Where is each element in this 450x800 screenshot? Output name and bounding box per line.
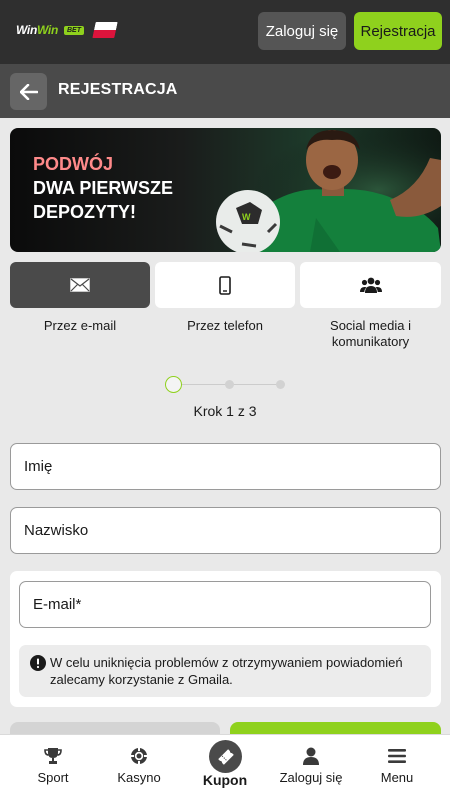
notice-text: W celu uniknięcia problemów z otrzymywan… <box>50 655 403 687</box>
nav-kupon[interactable] <box>209 740 242 773</box>
promo-banner[interactable]: W PODWÓJ DWA PIERWSZE DEPOZYTY! <box>10 128 441 252</box>
logo-bet-badge: BET <box>64 25 84 35</box>
tab-email-label: Przez e-mail <box>43 318 117 333</box>
banner-line-1: PODWÓJ <box>33 154 114 174</box>
user-icon <box>303 747 319 765</box>
users-icon <box>359 277 382 293</box>
step-1-dot <box>165 376 182 393</box>
phone-icon <box>219 275 231 295</box>
page-title: REJESTRACJA <box>58 81 178 98</box>
nav-sport-label: Sport <box>37 770 69 785</box>
first-name-field[interactable]: Imię <box>10 443 441 490</box>
logo-win-1: Win <box>16 23 37 37</box>
menu-icon <box>388 749 406 763</box>
logo-win-2: Win <box>37 23 58 37</box>
svg-text:W: W <box>242 212 251 222</box>
email-field[interactable]: E-mail* <box>19 581 431 628</box>
nav-kasyno[interactable]: Kasyno <box>94 735 184 800</box>
logo-text: WinWin <box>16 23 58 37</box>
nav-login[interactable]: Zaloguj się <box>266 735 356 800</box>
arrow-left-icon <box>19 83 38 100</box>
step-indicator <box>165 375 285 395</box>
tab-phone-label: Przez telefon <box>187 318 263 333</box>
banner-headline: PODWÓJ DWA PIERWSZE DEPOZYTY! <box>33 152 173 224</box>
chip-icon <box>131 748 147 764</box>
register-button[interactable]: Rejestracja <box>354 12 442 50</box>
nav-sport[interactable]: Sport <box>8 735 98 800</box>
page-header: REJESTRACJA <box>0 64 450 118</box>
step-3-dot <box>276 380 285 389</box>
tab-email[interactable] <box>10 262 150 308</box>
poland-flag-icon[interactable] <box>92 22 118 38</box>
step-text: Krok 1 z 3 <box>193 403 257 419</box>
last-name-field[interactable]: Nazwisko <box>10 507 441 554</box>
tab-social-label: Social media i komunikatory <box>330 318 411 349</box>
back-button[interactable] <box>10 73 47 110</box>
gmail-notice: W celu uniknięcia problemów z otrzymywan… <box>19 645 431 697</box>
ticket-icon <box>217 748 234 765</box>
tab-social[interactable] <box>300 262 441 308</box>
envelope-icon <box>70 278 90 292</box>
trophy-icon <box>44 748 62 764</box>
banner-line-2: DWA PIERWSZE <box>33 178 174 198</box>
login-button[interactable]: Zaloguj się <box>258 12 346 50</box>
top-bar: WinWin BET Zaloguj się Rejestracja <box>0 0 450 64</box>
warning-icon <box>30 655 46 671</box>
banner-line-3: DEPOZYTY! <box>33 202 137 222</box>
step-2-dot <box>225 380 234 389</box>
winwin-logo[interactable]: WinWin BET <box>16 22 118 38</box>
nav-menu-label: Menu <box>380 770 414 785</box>
nav-kasyno-label: Kasyno <box>117 770 161 785</box>
nav-login-label: Zaloguj się <box>279 770 343 785</box>
nav-kupon-label: Kupon <box>202 772 248 788</box>
nav-menu[interactable]: Menu <box>352 735 442 800</box>
tab-phone[interactable] <box>155 262 295 308</box>
